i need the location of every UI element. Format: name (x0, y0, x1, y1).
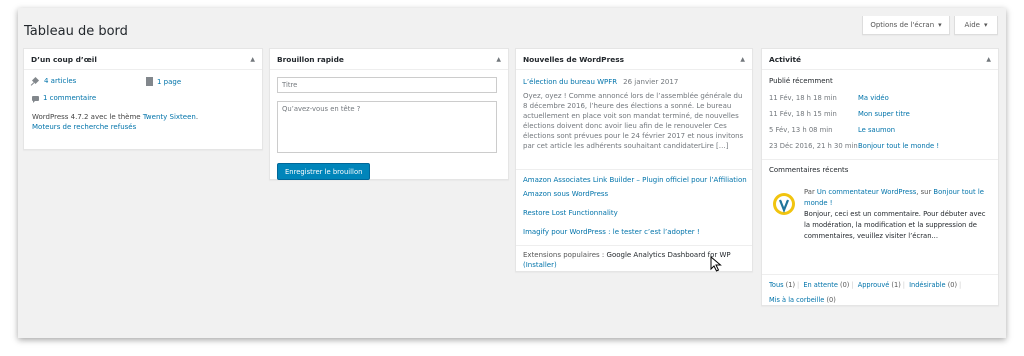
install-plugin-link[interactable]: (Installer) (523, 261, 557, 269)
filter-count: (1) (891, 281, 901, 289)
filter-approved[interactable]: Approuvé (858, 281, 890, 289)
at-a-glance-widget: D’un coup d’œil ▲ 4 articles 1 page 1 co… (23, 48, 263, 150)
screen-options-button[interactable]: Options de l'écran ▾ (862, 16, 950, 35)
widget-header[interactable]: Activité ▲ (762, 49, 998, 70)
comments-link[interactable]: 1 commentaire (43, 94, 96, 102)
post-link[interactable]: Le saumon (858, 126, 895, 134)
wp-dashboard-frame: Options de l'écran ▾ Aide ▾ Tableau de b… (18, 8, 1006, 338)
collapse-toggle-icon[interactable]: ▲ (250, 56, 255, 63)
widget-title: Activité (769, 54, 802, 64)
post-link[interactable]: Bonjour tout le monde ! (858, 142, 939, 150)
news-link-3[interactable]: Restore Lost Functionnality (523, 209, 618, 217)
version-text: WordPress 4.7.2 avec le thème (32, 113, 143, 121)
news-headline-link[interactable]: L’élection du bureau WPFR (523, 78, 617, 86)
recent-comments-heading: Commentaires récents (769, 166, 849, 174)
screen-options-label: Options de l'écran (870, 21, 935, 29)
trash-filter: Mis à la corbeille (0) (769, 296, 836, 304)
filter-spam[interactable]: Indésirable (909, 281, 945, 289)
page-icon (146, 77, 153, 86)
filter-trash[interactable]: Mis à la corbeille (769, 296, 824, 304)
recently-published-heading: Publié récemment (769, 77, 833, 85)
filter-count: (1) (785, 281, 796, 289)
post-link[interactable]: Ma vidéo (858, 94, 889, 102)
filter-count: (0) (947, 281, 958, 289)
caret-down-icon: ▾ (938, 21, 942, 29)
comment-item: Par Un commentateur WordPress, sur Bonjo… (804, 187, 992, 242)
list-item: 11 Fév, 18 h 18 min Ma vidéo (769, 94, 993, 102)
widget-header[interactable]: D’un coup d’œil ▲ (24, 49, 262, 70)
help-label: Aide (964, 21, 980, 29)
filter-count: (0) (826, 296, 836, 304)
comment-bubble-icon (32, 95, 39, 103)
glance-pages[interactable]: 1 page (146, 77, 181, 86)
draft-content-textarea[interactable]: Qu’avez-vous en tête ? (277, 101, 497, 153)
caret-down-icon: ▾ (983, 21, 988, 29)
news-date: 26 janvier 2017 (623, 78, 679, 86)
popular-prefix: Extensions populaires : (523, 251, 607, 259)
post-date: 11 Fév, 18 h 18 min (769, 94, 837, 102)
widget-title: Nouvelles de WordPress (523, 54, 625, 64)
news-main-item: L’élection du bureau WPFR 26 janvier 2017… (523, 77, 747, 151)
widget-header[interactable]: Nouvelles de WordPress ▲ (516, 49, 752, 70)
filter-all[interactable]: Tous (769, 281, 784, 289)
widget-header[interactable]: Brouillon rapide ▲ (270, 49, 508, 70)
filter-pending[interactable]: En attente (803, 281, 838, 289)
divider (762, 274, 998, 275)
collapse-toggle-icon[interactable]: ▲ (986, 56, 991, 63)
news-excerpt: Oyez, oyez ! Comme annoncé lors de l’ass… (523, 92, 744, 150)
widget-title: D’un coup d’œil (31, 54, 97, 64)
activity-widget: Activité ▲ Publié récemment 11 Fév, 18 h… (761, 48, 999, 306)
pages-link[interactable]: 1 page (157, 78, 181, 86)
save-draft-button[interactable]: Enregistrer le brouillon (277, 163, 371, 180)
commenter-avatar (773, 193, 795, 215)
pushpin-icon (32, 77, 40, 85)
divider (516, 245, 752, 246)
divider (516, 169, 752, 170)
post-date: 23 Déc 2016, 21 h 30 min (769, 142, 858, 150)
mouse-cursor-icon (710, 256, 722, 272)
comment-filters: Tous (1) | En attente (0) | Approuvé (1) | … (769, 281, 962, 289)
list-item: 11 Fév, 18 h 15 min Mon super titre (769, 110, 993, 118)
version-suffix: . (195, 113, 199, 121)
search-engines-link[interactable]: Moteurs de recherche refusés (32, 123, 136, 131)
glance-articles[interactable]: 4 articles (32, 77, 76, 85)
list-item: 5 Fév, 13 h 08 min Le saumon (769, 126, 993, 134)
news-link-2[interactable]: Amazon sous WordPress (523, 190, 608, 198)
comment-author-link[interactable]: Un commentateur WordPress (817, 188, 916, 196)
widget-title: Brouillon rapide (277, 54, 344, 64)
comment-on: , sur (916, 188, 934, 196)
filter-count: (0) (840, 281, 850, 289)
list-item: 23 Déc 2016, 21 h 30 min Bonjour tout le… (769, 142, 993, 150)
post-date: 5 Fév, 13 h 08 min (769, 126, 833, 134)
news-link-4[interactable]: Imagify pour WordPress : le tester c’est… (523, 228, 700, 236)
quick-draft-widget: Brouillon rapide ▲ Titre Qu’avez-vous en… (269, 48, 509, 180)
collapse-toggle-icon[interactable]: ▲ (496, 56, 501, 63)
news-link-1[interactable]: Amazon Associates Link Builder – Plugin … (523, 176, 747, 184)
divider (762, 159, 998, 160)
help-button[interactable]: Aide ▾ (954, 16, 998, 35)
collapse-toggle-icon[interactable]: ▲ (740, 56, 745, 63)
draft-title-input[interactable]: Titre (277, 77, 497, 93)
comment-by: Par (804, 188, 817, 196)
version-info: WordPress 4.7.2 avec le thème Twenty Six… (32, 112, 198, 132)
post-link[interactable]: Mon super titre (858, 110, 910, 118)
theme-link[interactable]: Twenty Sixteen (143, 113, 196, 121)
page-title: Tableau de bord (24, 24, 128, 39)
articles-link[interactable]: 4 articles (44, 77, 76, 85)
post-date: 11 Fév, 18 h 15 min (769, 110, 837, 118)
wordpress-news-widget: Nouvelles de WordPress ▲ L’élection du b… (515, 48, 753, 272)
glance-comments[interactable]: 1 commentaire (32, 94, 96, 103)
comment-text: Bonjour, ceci est un commentaire. Pour d… (804, 210, 986, 240)
